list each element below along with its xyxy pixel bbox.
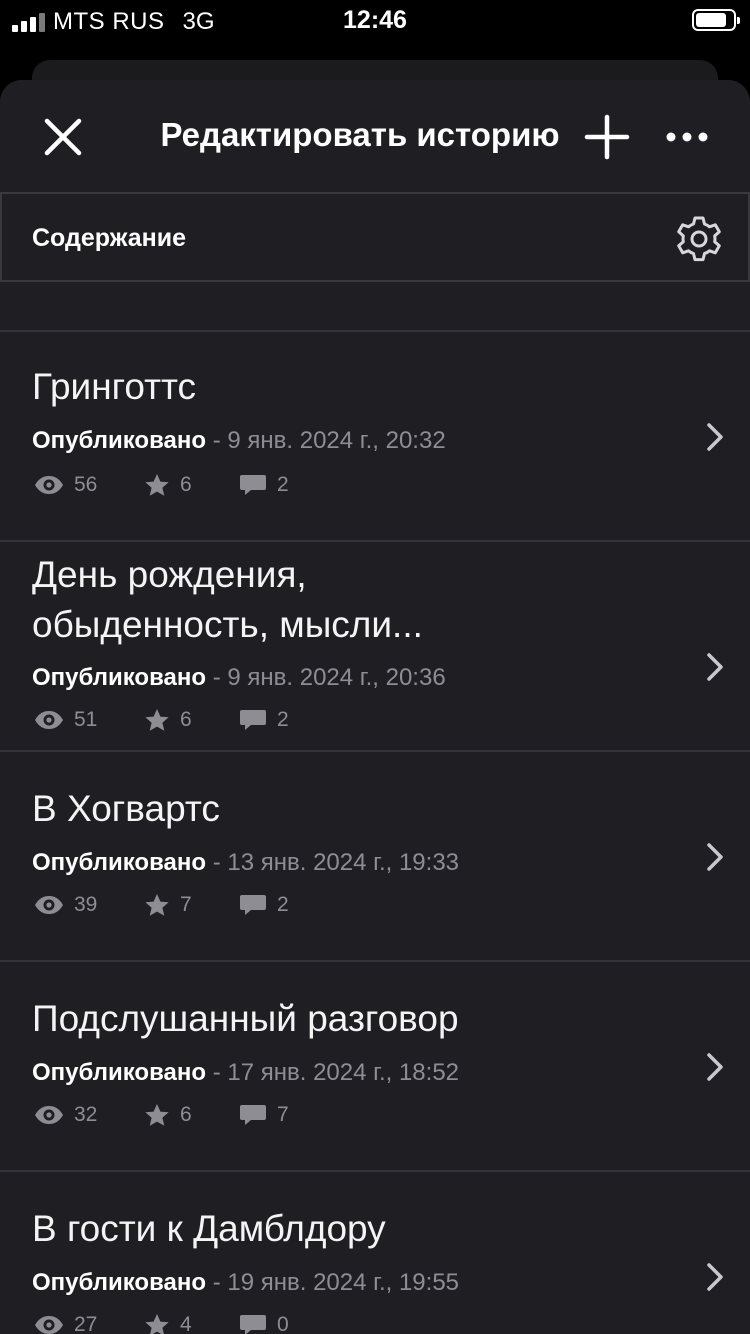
- comments-stat: 7: [239, 1103, 319, 1127]
- part-stats: 27 4 0: [34, 1313, 319, 1334]
- list-item[interactable]: В гости к Дамблдору Опубликовано - 19 ян…: [0, 1172, 750, 1334]
- comments-count: 2: [277, 473, 289, 496]
- list-item[interactable]: В Хогвартс Опубликовано - 13 янв. 2024 г…: [0, 752, 750, 962]
- page-title: Редактировать историю: [160, 116, 560, 153]
- close-icon[interactable]: [40, 114, 86, 160]
- clock: 12:46: [343, 6, 407, 34]
- star-icon: [144, 893, 170, 917]
- part-status: Опубликовано - 13 янв. 2024 г., 19:33: [32, 849, 459, 877]
- eye-icon: [34, 895, 64, 915]
- views-stat: 32: [34, 1103, 144, 1127]
- navbar: Редактировать историю: [0, 80, 750, 192]
- comments-count: 0: [277, 1313, 289, 1334]
- status-label: Опубликовано: [32, 1059, 207, 1086]
- views-count: 56: [74, 473, 98, 496]
- views-count: 39: [74, 893, 98, 916]
- comments-count: 7: [277, 1103, 289, 1126]
- part-title: Подслушанный разговор: [32, 998, 459, 1039]
- chevron-right-icon: [704, 1262, 726, 1292]
- status-label: Опубликовано: [32, 1269, 207, 1296]
- comments-count: 2: [277, 708, 289, 731]
- part-title-line: обыденность, мысли...: [32, 604, 423, 645]
- views-stat: 27: [34, 1313, 144, 1334]
- star-icon: [144, 1313, 170, 1334]
- eye-icon: [34, 475, 64, 495]
- contents-label: Содержание: [32, 224, 187, 252]
- comment-icon: [239, 473, 267, 497]
- chevron-right-icon: [704, 652, 726, 682]
- part-stats: 39 7 2: [34, 893, 319, 917]
- views-stat: 56: [34, 473, 144, 497]
- part-stats: 32 6 7: [34, 1103, 319, 1127]
- plus-icon[interactable]: [584, 114, 630, 160]
- parts-list: Гринготтс Опубликовано - 9 янв. 2024 г.,…: [0, 282, 750, 1334]
- part-title: День рождения, обыденность, мысли...: [32, 550, 423, 650]
- comment-icon: [239, 893, 267, 917]
- publish-date: - 19 янв. 2024 г., 19:55: [206, 1269, 460, 1296]
- gear-icon[interactable]: [674, 214, 724, 264]
- edit-story-sheet: Редактировать историю Содержание Грингот…: [0, 80, 750, 1334]
- views-stat: 51: [34, 708, 144, 732]
- votes-count: 4: [180, 1313, 192, 1334]
- comments-stat: 2: [239, 708, 319, 732]
- publish-date: - 9 янв. 2024 г., 20:36: [206, 664, 446, 691]
- publish-date: - 17 янв. 2024 г., 18:52: [206, 1059, 460, 1086]
- part-title-line: День рождения,: [32, 554, 307, 595]
- comment-icon: [239, 1313, 267, 1334]
- comments-count: 2: [277, 893, 289, 916]
- comment-icon: [239, 1103, 267, 1127]
- list-item[interactable]: День рождения, обыденность, мысли... Опу…: [0, 542, 750, 752]
- votes-stat: 7: [144, 893, 239, 917]
- part-title: Гринготтс: [32, 366, 197, 407]
- part-status: Опубликовано - 17 янв. 2024 г., 18:52: [32, 1059, 459, 1087]
- votes-stat: 6: [144, 473, 239, 497]
- status-label: Опубликовано: [32, 427, 207, 454]
- more-icon[interactable]: [662, 124, 712, 150]
- views-count: 51: [74, 708, 98, 731]
- votes-count: 6: [180, 708, 192, 731]
- part-stats: 56 6 2: [34, 473, 319, 497]
- chevron-right-icon: [704, 842, 726, 872]
- part-title: В гости к Дамблдору: [32, 1208, 386, 1249]
- votes-stat: 6: [144, 708, 239, 732]
- status-label: Опубликовано: [32, 664, 207, 691]
- contents-header: Содержание: [0, 192, 750, 282]
- battery-icon: [692, 9, 740, 31]
- publish-date: - 13 янв. 2024 г., 19:33: [206, 849, 460, 876]
- votes-count: 6: [180, 473, 192, 496]
- status-bar: MTS RUS 3G 12:46: [0, 0, 750, 40]
- status-label: Опубликовано: [32, 849, 207, 876]
- comments-stat: 2: [239, 893, 319, 917]
- views-count: 32: [74, 1103, 98, 1126]
- eye-icon: [34, 710, 64, 730]
- chevron-right-icon: [704, 1052, 726, 1082]
- part-status: Опубликовано - 9 янв. 2024 г., 20:32: [32, 427, 446, 455]
- votes-count: 7: [180, 893, 192, 916]
- part-status: Опубликовано - 9 янв. 2024 г., 20:36: [32, 664, 446, 692]
- comments-stat: 0: [239, 1313, 319, 1334]
- list-item[interactable]: Подслушанный разговор Опубликовано - 17 …: [0, 962, 750, 1172]
- eye-icon: [34, 1315, 64, 1334]
- list-item[interactable]: Гринготтс Опубликовано - 9 янв. 2024 г.,…: [0, 332, 750, 542]
- part-stats: 51 6 2: [34, 708, 319, 732]
- star-icon: [144, 1103, 170, 1127]
- list-item[interactable]: [0, 282, 750, 332]
- views-stat: 39: [34, 893, 144, 917]
- eye-icon: [34, 1105, 64, 1125]
- star-icon: [144, 708, 170, 732]
- comment-icon: [239, 708, 267, 732]
- comments-stat: 2: [239, 473, 319, 497]
- views-count: 27: [74, 1313, 98, 1334]
- part-status: Опубликовано - 19 янв. 2024 г., 19:55: [32, 1269, 459, 1297]
- votes-stat: 6: [144, 1103, 239, 1127]
- star-icon: [144, 473, 170, 497]
- votes-stat: 4: [144, 1313, 239, 1334]
- votes-count: 6: [180, 1103, 192, 1126]
- chevron-right-icon: [704, 422, 726, 452]
- publish-date: - 9 янв. 2024 г., 20:32: [206, 427, 446, 454]
- part-title: В Хогвартс: [32, 788, 220, 829]
